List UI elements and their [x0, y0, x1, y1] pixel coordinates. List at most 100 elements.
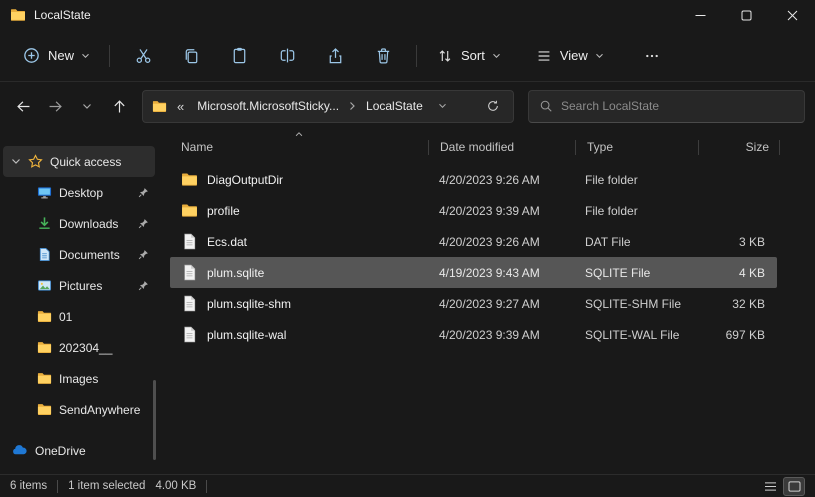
toolbar-divider [416, 45, 417, 67]
file-row-plum-sqlite-wal[interactable]: plum.sqlite-wal 4/20/2023 9:39 AM SQLITE… [170, 319, 777, 350]
search-box [528, 90, 805, 123]
file-icon [181, 326, 198, 343]
breadcrumb-current[interactable]: LocalState [363, 97, 426, 115]
sidebar-item-label: Pictures [59, 279, 131, 293]
pictures-icon [37, 278, 52, 293]
close-button[interactable] [769, 0, 815, 30]
column-header-label: Type [587, 140, 613, 154]
paste-button[interactable] [219, 38, 259, 74]
view-button[interactable]: View [525, 38, 614, 74]
sidebar-item-label: 01 [59, 310, 149, 324]
sidebar-item-downloads[interactable]: Downloads [3, 208, 155, 239]
breadcrumb-collapsed-button[interactable]: « [174, 97, 187, 116]
search-input[interactable] [561, 99, 794, 113]
column-header-name[interactable]: Name [170, 130, 428, 164]
window-controls [677, 0, 815, 30]
sidebar-item-label: Downloads [59, 217, 131, 231]
sort-arrows-icon [436, 47, 454, 65]
file-size-cell: 32 KB [696, 297, 776, 311]
sidebar-item-label: OneDrive [35, 444, 149, 458]
sidebar-scrollbar-thumb[interactable] [153, 380, 156, 460]
sidebar-item-folder-images[interactable]: Images [3, 363, 155, 394]
sidebar-item-documents[interactable]: Documents [3, 239, 155, 270]
view-button-label: View [560, 48, 588, 63]
column-header-label: Size [746, 140, 769, 154]
navigation-pane: Quick access Desktop Downloads [0, 130, 158, 474]
column-header-size[interactable]: Size [699, 130, 779, 164]
address-bar[interactable]: « Microsoft.MicrosoftSticky... LocalStat… [142, 90, 514, 123]
sidebar-item-desktop[interactable]: Desktop [3, 177, 155, 208]
file-date-cell: 4/20/2023 9:39 AM [428, 204, 574, 218]
copy-button[interactable] [171, 38, 211, 74]
file-list-body: DiagOutputDir 4/20/2023 9:26 AM File fol… [170, 164, 815, 350]
onedrive-cloud-icon [11, 442, 28, 459]
paste-clipboard-icon [230, 46, 249, 65]
recent-locations-chevron[interactable] [72, 91, 102, 121]
pin-icon [138, 218, 149, 229]
share-button[interactable] [315, 38, 355, 74]
sort-button[interactable]: Sort [426, 38, 511, 74]
sidebar-item-pictures[interactable]: Pictures [3, 270, 155, 301]
column-header-date-modified[interactable]: Date modified [429, 130, 575, 164]
file-type-cell: SQLITE-WAL File [574, 328, 696, 342]
up-button[interactable] [104, 91, 134, 121]
delete-button[interactable] [363, 38, 403, 74]
sort-ascending-icon [295, 132, 304, 137]
back-button[interactable] [8, 91, 38, 121]
status-bar: 6 items 1 item selected 4.00 KB [0, 474, 815, 497]
rename-button[interactable] [267, 38, 307, 74]
breadcrumb-parent[interactable]: Microsoft.MicrosoftSticky... [194, 97, 342, 115]
details-view-button[interactable] [759, 477, 781, 496]
file-name-cell: Ecs.dat [170, 233, 428, 250]
sidebar-item-folder-202304[interactable]: 202304__ [3, 332, 155, 363]
chevron-down-icon [81, 53, 90, 59]
file-type-cell: SQLITE-SHM File [574, 297, 696, 311]
file-icon [181, 233, 198, 250]
desktop-icon [37, 185, 52, 200]
sidebar-section-gap [0, 425, 158, 435]
view-toggles [759, 477, 805, 496]
sidebar-item-folder-sendanywhere[interactable]: SendAnywhere [3, 394, 155, 425]
rename-icon [278, 46, 297, 65]
sidebar-item-onedrive[interactable]: OneDrive [3, 435, 155, 466]
file-row-profile[interactable]: profile 4/20/2023 9:39 AM File folder [170, 195, 777, 226]
sidebar-item-label: Quick access [50, 155, 149, 169]
sidebar-item-folder-01[interactable]: 01 [3, 301, 155, 332]
maximize-button[interactable] [723, 0, 769, 30]
trash-icon [374, 46, 393, 65]
column-header-label: Name [181, 140, 213, 154]
chevron-down-icon [595, 53, 604, 59]
main-content: Quick access Desktop Downloads [0, 130, 815, 474]
see-more-button[interactable] [632, 38, 672, 74]
selection-size: 4.00 KB [155, 480, 196, 492]
pin-icon [138, 280, 149, 291]
file-date-cell: 4/20/2023 9:26 AM [428, 235, 574, 249]
file-row-diagoutputdir[interactable]: DiagOutputDir 4/20/2023 9:26 AM File fol… [170, 164, 777, 195]
column-header-type[interactable]: Type [576, 130, 698, 164]
command-toolbar: New [0, 30, 815, 82]
file-row-ecs-dat[interactable]: Ecs.dat 4/20/2023 9:26 AM DAT File 3 KB [170, 226, 777, 257]
sidebar-item-quick-access[interactable]: Quick access [3, 146, 155, 177]
chevron-down-icon [11, 158, 21, 165]
window-title: LocalState [34, 8, 91, 22]
file-row-plum-sqlite-shm[interactable]: plum.sqlite-shm 4/20/2023 9:27 AM SQLITE… [170, 288, 777, 319]
document-icon [37, 247, 52, 262]
file-name-cell: profile [170, 202, 428, 219]
address-dropdown-chevron[interactable] [433, 96, 453, 116]
star-icon [28, 154, 43, 169]
sidebar-item-label: Images [59, 372, 149, 386]
large-icons-view-button[interactable] [783, 477, 805, 496]
status-divider [206, 480, 207, 493]
refresh-button[interactable] [482, 95, 504, 117]
address-row: « Microsoft.MicrosoftSticky... LocalStat… [0, 82, 815, 130]
view-lines-icon [535, 47, 553, 65]
file-type-cell: SQLITE File [574, 266, 696, 280]
header-divider[interactable] [779, 140, 780, 155]
file-name: Ecs.dat [207, 235, 247, 249]
cut-button[interactable] [123, 38, 163, 74]
forward-button[interactable] [40, 91, 70, 121]
new-button[interactable]: New [12, 38, 100, 74]
minimize-button[interactable] [677, 0, 723, 30]
file-row-plum-sqlite[interactable]: plum.sqlite 4/19/2023 9:43 AM SQLITE Fil… [170, 257, 777, 288]
sidebar-item-label: Desktop [59, 186, 131, 200]
